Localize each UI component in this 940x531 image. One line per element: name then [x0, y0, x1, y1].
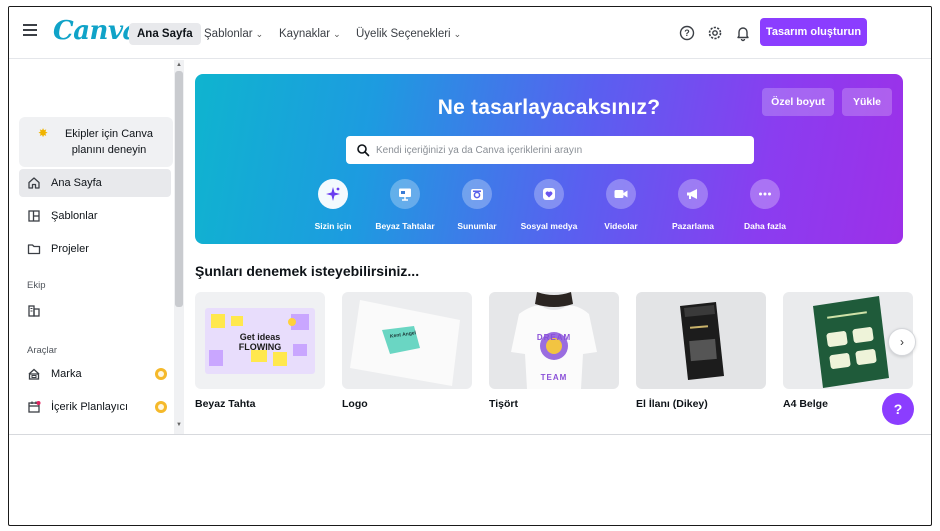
category-label: Videolar — [604, 221, 638, 231]
sparkle-icon — [318, 179, 348, 209]
chevron-down-icon: ⌄ — [255, 29, 264, 39]
custom-size-button[interactable]: Özel boyut — [762, 88, 834, 116]
page-bottom-divider — [9, 434, 931, 435]
category-label: Sosyal medya — [520, 221, 578, 231]
logo-thumbnail: Kent Angel — [342, 292, 472, 389]
sidebar-item-home[interactable]: Ana Sayfa — [19, 169, 171, 197]
whiteboard-thumbnail: Get ideas FLOWING — [195, 292, 325, 389]
nav-membership[interactable]: Üyelik Seçenekleri ⌄ — [356, 23, 461, 45]
thumbnail-text: DREAM TEAM — [536, 333, 572, 382]
sidebar-item-templates[interactable]: Şablonlar — [19, 202, 171, 230]
search-icon — [357, 144, 370, 157]
card-label: Logo — [342, 398, 368, 410]
chevron-down-icon: ⌄ — [453, 29, 462, 39]
calendar-icon — [28, 401, 41, 413]
sidebar-item-brand[interactable]: Marka — [19, 360, 171, 388]
carousel-next-button[interactable]: › — [888, 328, 916, 356]
suggestion-card-flyer[interactable]: El İlanı (Dikey) — [636, 292, 766, 410]
canva-logo[interactable]: Canva — [53, 16, 139, 46]
search-input[interactable] — [376, 136, 746, 164]
notifications-icon[interactable] — [733, 23, 753, 43]
team-plan-promo[interactable]: ✸ Ekipler için Canva planını deneyin — [19, 117, 173, 167]
category-label: Sizin için — [314, 221, 352, 231]
category-label: Pazarlama — [671, 221, 715, 231]
category-whiteboards[interactable]: Beyaz Tahtalar — [365, 179, 445, 231]
team-icon — [28, 305, 40, 317]
suggestions-title: Şunları denemek isteyebilirsiniz... — [195, 263, 420, 279]
suggestion-card-logo[interactable]: Kent Angel Logo — [342, 292, 472, 410]
scroll-down-icon[interactable]: ▼ — [176, 422, 182, 428]
sidebar-scroll-thumb[interactable] — [175, 71, 183, 307]
hero-banner: Ne tasarlayacaksınız? Özel boyut Yükle S… — [195, 74, 903, 244]
card-label: Beyaz Tahta — [195, 398, 256, 410]
nav-home[interactable]: Ana Sayfa — [129, 23, 201, 45]
top-navigation-bar: Canva Ana Sayfa Şablonlar ⌄ Kaynaklar ⌄ Üy… — [9, 7, 931, 59]
whiteboard-icon — [390, 179, 420, 209]
heart-icon — [534, 179, 564, 209]
upload-button[interactable]: Yükle — [842, 88, 892, 116]
sidebar-item-label: İçerik Planlayıcı — [51, 401, 129, 413]
sidebar-item-label: Ana Sayfa — [51, 177, 102, 189]
category-videos[interactable]: Videolar — [581, 179, 661, 231]
category-more[interactable]: Daha fazla — [725, 179, 805, 231]
nav-resources[interactable]: Kaynaklar ⌄ — [279, 23, 341, 45]
create-design-button[interactable]: Tasarım oluşturun — [760, 18, 867, 46]
chevron-right-icon: › — [900, 335, 904, 349]
category-label: Sunumlar — [457, 221, 497, 231]
promo-text: Ekipler için Canva planını deneyin — [64, 128, 154, 156]
help-fab-button[interactable]: ? — [882, 393, 914, 425]
nav-home-label: Ana Sayfa — [137, 28, 193, 40]
star-icon: ✸ — [38, 126, 49, 140]
sidebar-item-label: Projeler — [51, 243, 89, 255]
home-icon — [28, 177, 40, 189]
settings-icon[interactable] — [705, 23, 725, 43]
nav-templates-label: Şablonlar — [204, 28, 253, 40]
nav-membership-label: Üyelik Seçenekleri — [356, 28, 451, 40]
category-for-you[interactable]: Sizin için — [293, 179, 373, 231]
svg-text:?: ? — [684, 28, 690, 38]
more-icon — [750, 179, 780, 209]
search-bar[interactable] — [346, 136, 754, 164]
flyer-thumbnail — [636, 292, 766, 389]
card-label: Tişört — [489, 398, 518, 410]
category-social-media[interactable]: Sosyal medya — [509, 179, 589, 231]
help-icon[interactable]: ? — [677, 23, 697, 43]
premium-crown-icon — [155, 401, 167, 413]
category-marketing[interactable]: Pazarlama — [653, 179, 733, 231]
suggestion-card-whiteboard[interactable]: Get ideas FLOWING Beyaz Tahta — [195, 292, 325, 410]
sidebar-item-content-planner[interactable]: İçerik Planlayıcı — [19, 393, 171, 421]
presentation-icon — [462, 179, 492, 209]
suggestion-card-tshirt[interactable]: DREAM TEAM Tişört — [489, 292, 619, 410]
megaphone-icon — [678, 179, 708, 209]
video-icon — [606, 179, 636, 209]
brand-icon — [28, 368, 40, 380]
templates-icon — [28, 210, 40, 222]
sidebar-item-team[interactable] — [19, 297, 171, 325]
card-label: El İlanı (Dikey) — [636, 398, 708, 410]
premium-crown-icon — [155, 368, 167, 380]
category-label: Beyaz Tahtalar — [375, 221, 435, 231]
menu-icon[interactable] — [23, 24, 37, 36]
chevron-down-icon: ⌄ — [333, 29, 341, 39]
sidebar-item-label: Şablonlar — [51, 210, 98, 222]
thumbnail-text: Get ideas FLOWING — [238, 332, 282, 352]
sidebar-item-projects[interactable]: Projeler — [19, 235, 171, 263]
category-presentations[interactable]: Sunumlar — [437, 179, 517, 231]
tools-heading: Araçlar — [27, 345, 58, 356]
category-row: Sizin için Beyaz Tahtalar Sunumlar Sosya… — [195, 179, 903, 239]
tshirt-thumbnail: DREAM TEAM — [489, 292, 619, 389]
sidebar-item-label: Marka — [51, 368, 82, 380]
scroll-up-icon[interactable]: ▲ — [176, 62, 182, 68]
nav-templates[interactable]: Şablonlar ⌄ — [204, 23, 263, 45]
browser-frame: Canva Ana Sayfa Şablonlar ⌄ Kaynaklar ⌄ Üy… — [8, 6, 932, 526]
folder-icon — [27, 244, 41, 255]
nav-resources-label: Kaynaklar — [279, 28, 331, 40]
team-heading: Ekip — [27, 280, 46, 291]
category-label: Daha fazla — [743, 221, 787, 231]
